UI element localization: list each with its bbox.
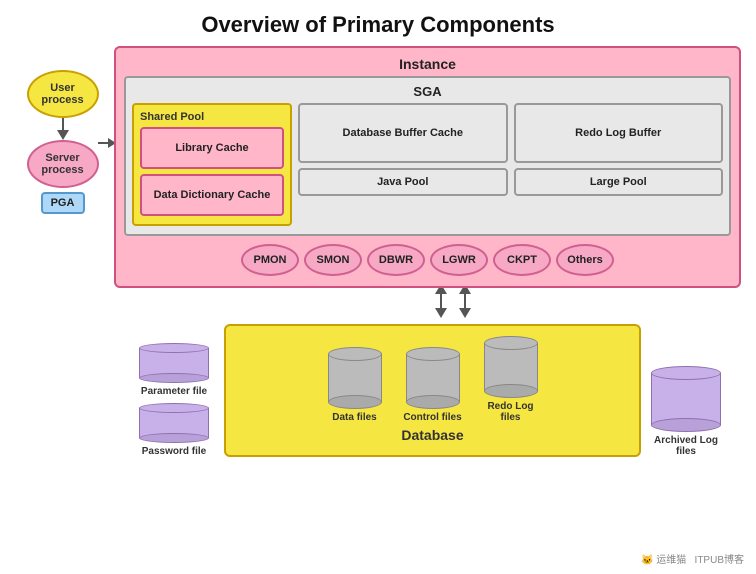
java-pool-box: Java Pool bbox=[298, 168, 508, 196]
parameter-file-label: Parameter file bbox=[141, 386, 207, 397]
sga-right: Database Buffer Cache Redo Log Buffer Ja… bbox=[298, 103, 723, 226]
server-process: Server process bbox=[27, 140, 99, 188]
pmon-ellipse: PMON bbox=[241, 244, 299, 276]
bottom-section: Parameter file Password file Data fil bbox=[114, 318, 741, 457]
database-box: Data files Control files Redo Log files bbox=[224, 324, 641, 457]
left-panel: User process Server process PGA bbox=[15, 70, 110, 457]
shared-pool-box: Shared Pool Library Cache Data Dictionar… bbox=[132, 103, 292, 226]
watermark: 🐱 运维猫 ITPUB博客 bbox=[641, 551, 744, 566]
others-ellipse: Others bbox=[556, 244, 614, 276]
redo-log-buffer-box: Redo Log Buffer bbox=[514, 103, 724, 163]
db-files-row: Data files Control files Redo Log files bbox=[236, 336, 629, 423]
password-file-label: Password file bbox=[142, 446, 206, 457]
user-process: User process bbox=[27, 70, 99, 118]
parameter-file-cylinder: Parameter file bbox=[134, 343, 214, 397]
page-title: Overview of Primary Components bbox=[0, 0, 756, 46]
pga-label: PGA bbox=[41, 192, 85, 214]
right-files: Archived Log files bbox=[651, 366, 721, 457]
data-dictionary-cache-box: Data Dictionary Cache bbox=[140, 174, 284, 216]
sga-box: SGA Shared Pool Library Cache Data Dicti… bbox=[124, 76, 731, 236]
ckpt-ellipse: CKPT bbox=[493, 244, 551, 276]
large-pool-box: Large Pool bbox=[514, 168, 724, 196]
data-files-cylinder: Data files bbox=[323, 347, 387, 423]
instance-to-db-arrows bbox=[164, 288, 741, 314]
control-files-cylinder: Control files bbox=[401, 347, 465, 423]
data-files-label: Data files bbox=[332, 412, 376, 423]
library-cache-box: Library Cache bbox=[140, 127, 284, 169]
control-files-label: Control files bbox=[403, 412, 461, 423]
database-buffer-cache-box: Database Buffer Cache bbox=[298, 103, 508, 163]
shared-pool-label: Shared Pool bbox=[140, 111, 284, 123]
archived-log-files-label: Archived Log files bbox=[651, 435, 721, 457]
sga-label: SGA bbox=[132, 84, 723, 99]
instance-label: Instance bbox=[124, 56, 731, 72]
redo-log-files-cylinder: Redo Log files bbox=[479, 336, 543, 423]
lgwr-ellipse: LGWR bbox=[430, 244, 488, 276]
left-files: Parameter file Password file bbox=[134, 343, 214, 457]
dbwr-ellipse: DBWR bbox=[367, 244, 425, 276]
password-file-cylinder: Password file bbox=[134, 403, 214, 457]
redo-log-files-label: Redo Log files bbox=[479, 401, 543, 423]
processes-row: PMON SMON DBWR LGWR CKPT Others bbox=[124, 244, 731, 276]
instance-box: Instance SGA Shared Pool Library Cache D… bbox=[114, 46, 741, 288]
database-label: Database bbox=[236, 427, 629, 443]
instance-panel: Instance SGA Shared Pool Library Cache D… bbox=[114, 46, 741, 457]
user-to-server-connector bbox=[57, 118, 69, 140]
smon-ellipse: SMON bbox=[304, 244, 362, 276]
